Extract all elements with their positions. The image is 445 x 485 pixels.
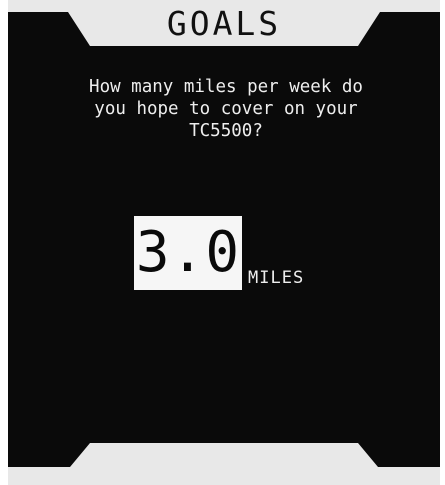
bottom-banner	[8, 443, 440, 485]
page-title: GOALS	[166, 4, 282, 43]
miles-value: 3.0	[135, 220, 241, 285]
lcd-display: GOALS How many miles per week do you hop…	[8, 0, 440, 485]
miles-value-box[interactable]: 3.0	[134, 216, 242, 290]
console-screen: GOALS How many miles per week do you hop…	[0, 0, 445, 485]
miles-unit-label: MILES	[248, 268, 305, 288]
goal-question: How many miles per week do you hope to c…	[89, 77, 363, 141]
